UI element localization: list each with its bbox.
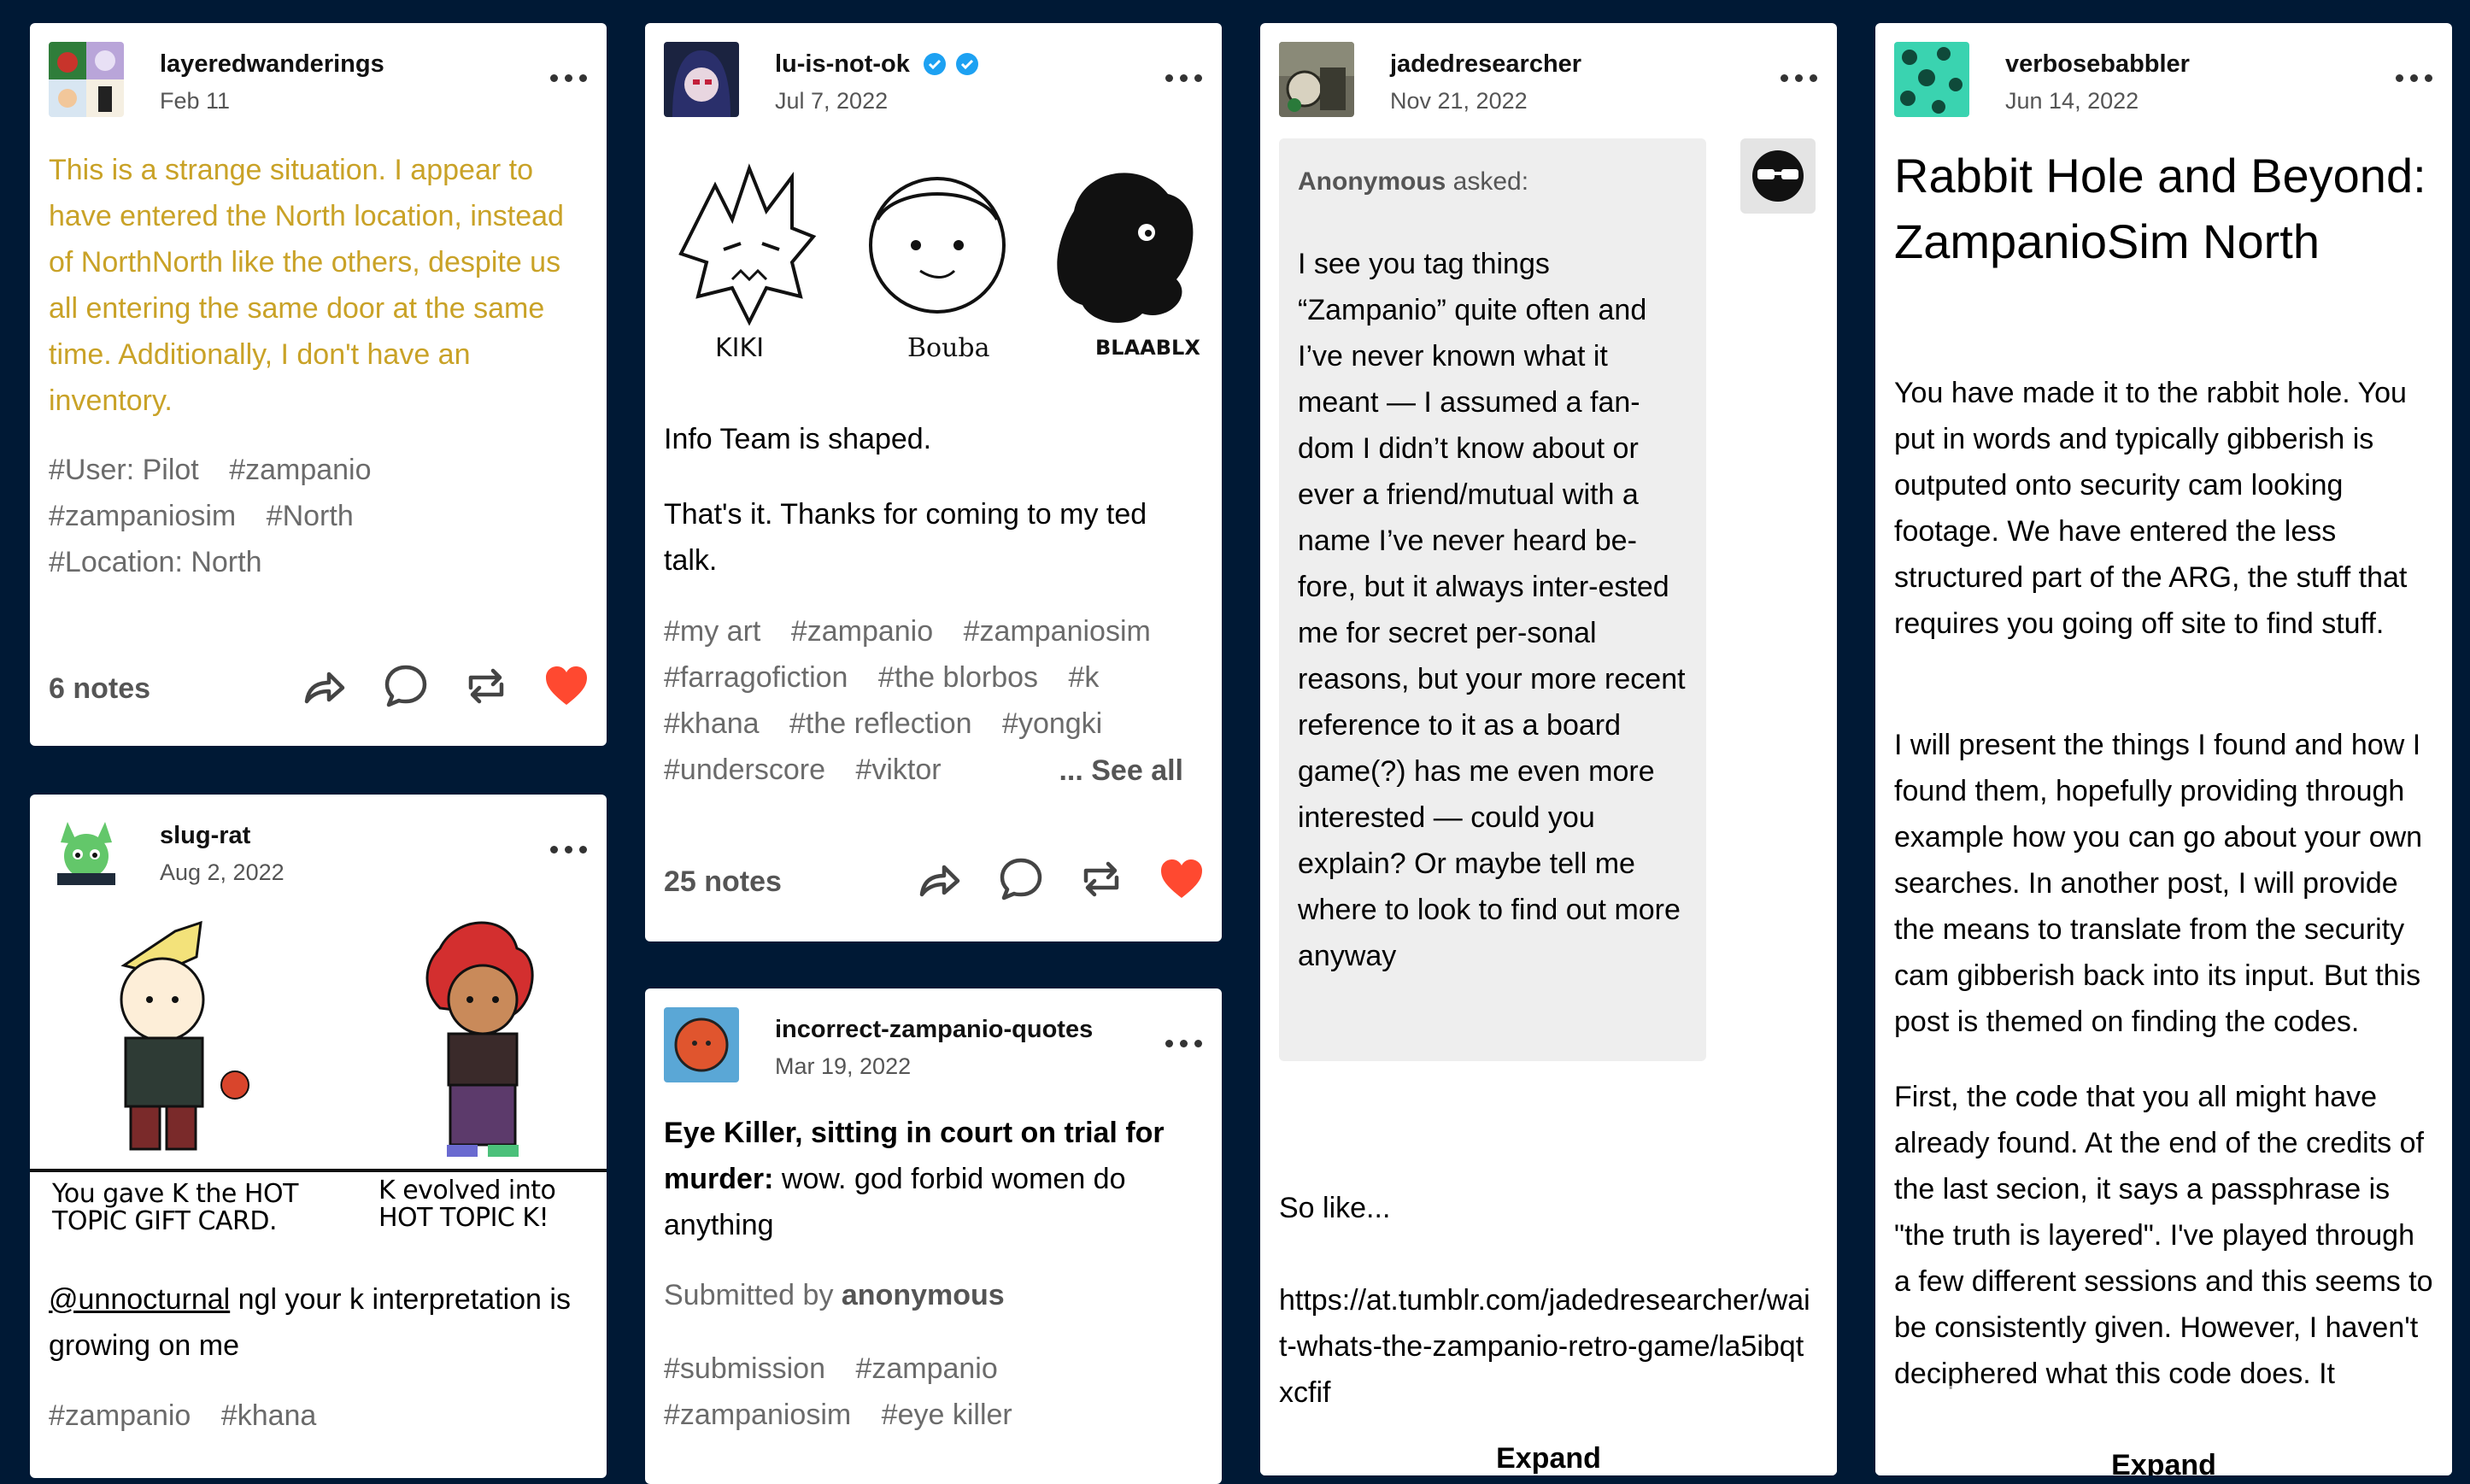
post-text: Info Team is shaped. (664, 423, 932, 455)
tag[interactable]: #submission (664, 1352, 825, 1385)
post-image[interactable] (30, 914, 607, 1179)
answer-text: So like... (1279, 1192, 1391, 1224)
tag[interactable]: #North (267, 500, 354, 532)
avatar[interactable] (1894, 42, 1969, 117)
post-incorrect-zampanio-quotes: incorrect-zampanio-quotes Mar 19, 2022 E… (645, 988, 1222, 1484)
post-verbosebabbler: verbosebabbler Jun 14, 2022 Rabbit Hole … (1875, 23, 2452, 1475)
more-options-icon[interactable] (1781, 74, 1818, 85)
tag[interactable]: #yongki (1002, 707, 1102, 740)
expand-button[interactable]: Expand (1260, 1442, 1837, 1475)
more-options-icon[interactable] (550, 846, 588, 856)
post-layeredwanderings: layeredwanderings Feb 11 This is a stran… (30, 23, 607, 746)
username[interactable]: layeredwanderings (160, 50, 384, 79)
panel-caption-right: K evolved into HOT TOPIC K! (378, 1176, 556, 1233)
post-text: @unnocturnal ngl your k interpretation i… (49, 1283, 571, 1362)
tag[interactable]: #the reflection (789, 707, 972, 740)
figure-label: BLAABLX (1095, 336, 1200, 360)
post-text: Eye Killer, sitting in court on trial fo… (664, 1117, 1165, 1241)
post-slug-rat: slug-rat Aug 2, 2022 You gave K the HOT … (30, 795, 607, 1478)
more-options-icon[interactable] (550, 74, 588, 85)
post-lu-is-not-ok: lu-is-not-ok Jul 7, 2022 KIKI Bouba BLAA… (645, 23, 1222, 941)
tag[interactable]: #zampaniosim (49, 500, 236, 532)
tag[interactable]: #viktor (855, 754, 941, 786)
avatar[interactable] (664, 1007, 739, 1082)
tag[interactable]: #underscore (664, 754, 825, 786)
post-text: That's it. Thanks for coming to my ted t… (664, 498, 1147, 577)
post-image[interactable]: KIKI Bouba BLAABLX (664, 151, 1203, 373)
tag-list: #submission #zampanio #zampaniosim #eye … (664, 1346, 1203, 1438)
tag[interactable]: #User: Pilot (49, 454, 199, 486)
more-options-icon[interactable] (1165, 1040, 1203, 1050)
tag[interactable]: #eye killer (882, 1399, 1012, 1431)
share-icon[interactable] (915, 855, 963, 903)
post-jadedresearcher: jadedresearcher Nov 21, 2022 Anonymous a… (1260, 23, 1837, 1475)
username[interactable]: incorrect-zampanio-quotes (775, 1016, 1093, 1044)
verified-badge-icon (923, 53, 946, 75)
see-all-tags-link[interactable]: ... See all (1059, 754, 1183, 788)
post-title: Rabbit Hole and Beyond: ZampanioSim Nort… (1894, 149, 2426, 268)
ask-question: I see you tag things “Zampanio” quite of… (1298, 248, 1686, 972)
tag[interactable]: #khana (221, 1399, 317, 1432)
asker-name: Anonymous (1298, 167, 1446, 196)
post-date[interactable]: Nov 21, 2022 (1390, 88, 1528, 114)
tag-list: #zampanio #khana (49, 1393, 588, 1439)
ask-header: Anonymous asked: (1298, 167, 1529, 196)
avatar[interactable] (1279, 42, 1354, 117)
username[interactable]: slug-rat (160, 822, 250, 850)
notes-count[interactable]: 25 notes (664, 865, 782, 899)
avatar[interactable] (49, 813, 124, 889)
reblog-icon[interactable] (1077, 855, 1125, 903)
post-paragraph: First, the code that you all might have … (1894, 1081, 2433, 1390)
tag[interactable]: #Location: North (49, 546, 262, 578)
mention-link[interactable]: @unnocturnal (49, 1283, 230, 1316)
tag[interactable]: #zampanio (855, 1352, 997, 1385)
reply-icon[interactable] (997, 855, 1045, 903)
share-icon[interactable] (300, 662, 348, 710)
post-link[interactable]: https://at.tumblr.com/jadedresearcher/wa… (1279, 1277, 1818, 1416)
username[interactable]: jadedresearcher (1390, 50, 1581, 79)
avatar[interactable] (49, 42, 124, 117)
tag[interactable]: #zampaniosim (964, 615, 1151, 648)
figure-label: KIKI (715, 333, 764, 363)
submitted-by: Submitted by anonymous (664, 1279, 1005, 1311)
post-date[interactable]: Feb 11 (160, 88, 230, 114)
ask-bubble: Anonymous asked: I see you tag things “Z… (1279, 138, 1706, 1061)
notes-count[interactable]: 6 notes (49, 672, 150, 706)
avatar[interactable] (664, 42, 739, 117)
post-date[interactable]: Mar 19, 2022 (775, 1053, 911, 1080)
tag[interactable]: #zampaniosim (664, 1399, 851, 1431)
tag[interactable]: #zampanio (229, 454, 371, 486)
post-paragraph: You have made it to the rabbit hole. You… (1894, 377, 2408, 640)
reblog-icon[interactable] (462, 662, 510, 710)
anonymous-sunglasses-icon (1752, 150, 1804, 202)
anonymous-avatar (1740, 138, 1816, 214)
tag[interactable]: #k (1069, 661, 1100, 694)
tag-list: #User: Pilot #zampanio #zampaniosim #Nor… (49, 447, 588, 585)
tag[interactable]: #khana (664, 707, 760, 740)
tag[interactable]: #farragofiction (664, 661, 848, 694)
tag[interactable]: #my art (664, 615, 760, 648)
tag[interactable]: #the blorbos (878, 661, 1038, 694)
like-icon[interactable] (543, 662, 590, 710)
like-icon[interactable] (1158, 855, 1206, 903)
tag[interactable]: #zampanio (791, 615, 933, 648)
post-paragraph: I will present the things I found and ho… (1894, 729, 2423, 1038)
post-date[interactable]: Jul 7, 2022 (775, 88, 888, 114)
expand-button[interactable]: Expand (1875, 1449, 2452, 1475)
tag[interactable]: #zampanio (49, 1399, 191, 1432)
more-options-icon[interactable] (1165, 74, 1203, 85)
username[interactable]: lu-is-not-ok (775, 50, 980, 79)
submitter-name[interactable]: anonymous (842, 1279, 1005, 1311)
reply-icon[interactable] (382, 662, 430, 710)
panel-caption-left: You gave K the HOT TOPIC GIFT CARD. (52, 1179, 298, 1236)
more-options-icon[interactable] (2396, 74, 2433, 85)
post-date[interactable]: Jun 14, 2022 (2005, 88, 2139, 114)
username[interactable]: verbosebabbler (2005, 50, 2190, 79)
post-text: This is a strange situation. I appear to… (49, 154, 564, 417)
post-date[interactable]: Aug 2, 2022 (160, 859, 285, 886)
figure-label: Bouba (907, 333, 990, 363)
verified-badge-icon (955, 53, 978, 75)
